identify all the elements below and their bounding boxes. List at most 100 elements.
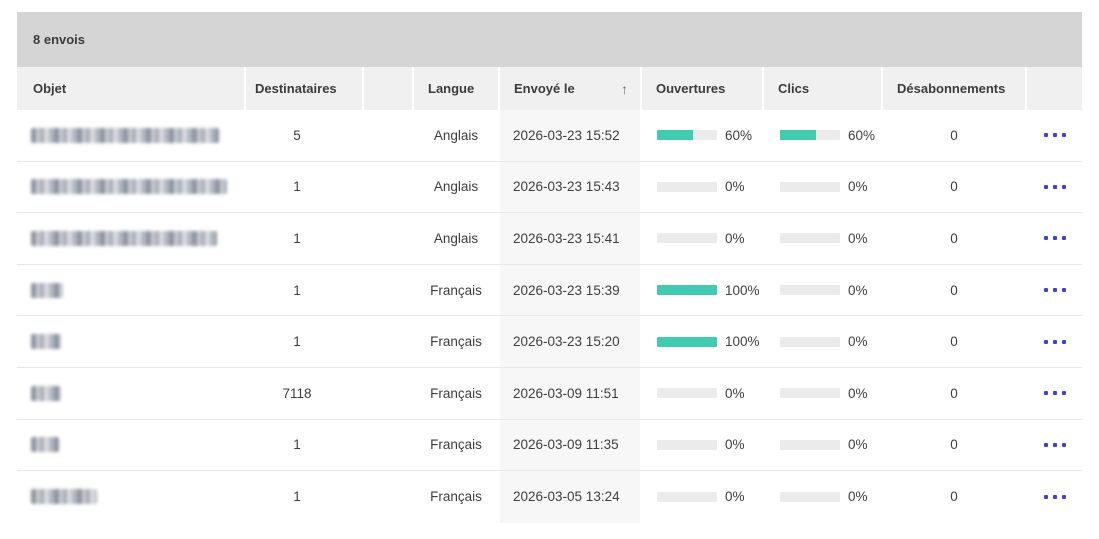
email-subject-redacted[interactable] bbox=[31, 283, 63, 298]
cell-langue: Français bbox=[414, 420, 498, 471]
row-actions-menu-button[interactable] bbox=[1040, 387, 1070, 399]
cell-envoye-le: 2026-03-23 15:52 bbox=[500, 110, 640, 161]
table-header-row: Objet Destinataires Langue Envoyé le ↑ O… bbox=[17, 67, 1082, 110]
clics-progress-track bbox=[780, 492, 840, 502]
ellipsis-dot-icon bbox=[1044, 495, 1048, 499]
ouvertures-percent-label: 100% bbox=[725, 334, 760, 349]
cell-desabonnements: 0 bbox=[883, 420, 1025, 471]
ellipsis-dot-icon bbox=[1044, 185, 1048, 189]
cell-envoye-le: 2026-03-05 13:24 bbox=[500, 471, 640, 523]
cell-clics: 0% bbox=[764, 368, 881, 419]
ellipsis-dot-icon bbox=[1062, 443, 1066, 447]
ellipsis-dot-icon bbox=[1062, 236, 1066, 240]
envois-panel: 8 envois Objet Destinataires Langue Envo… bbox=[17, 12, 1082, 523]
cell-clics: 0% bbox=[764, 471, 881, 523]
clics-progress-track bbox=[780, 182, 840, 192]
cell-destinataires: 1 bbox=[246, 471, 362, 523]
ellipsis-dot-icon bbox=[1053, 288, 1057, 292]
column-header-langue[interactable]: Langue bbox=[414, 67, 498, 110]
email-subject-redacted[interactable] bbox=[31, 437, 59, 452]
ouvertures-progress-fill bbox=[657, 337, 717, 347]
table-row: 1 Français 2026-03-23 15:20 100% 0% 0 bbox=[17, 316, 1082, 368]
cell-actions bbox=[1027, 162, 1082, 213]
panel-title-bar: 8 envois bbox=[17, 12, 1082, 67]
ellipsis-dot-icon bbox=[1062, 133, 1066, 137]
clics-percent-label: 0% bbox=[848, 283, 868, 298]
cell-ouvertures: 100% bbox=[642, 316, 762, 367]
cell-clics: 0% bbox=[764, 213, 881, 264]
cell-objet bbox=[17, 162, 244, 213]
column-header-clics[interactable]: Clics bbox=[764, 67, 881, 110]
clics-progress-track bbox=[780, 440, 840, 450]
cell-clics: 0% bbox=[764, 162, 881, 213]
cell-actions bbox=[1027, 420, 1082, 471]
cell-desabonnements: 0 bbox=[883, 213, 1025, 264]
cell-clics: 60% bbox=[764, 110, 881, 161]
cell-envoye-le: 2026-03-23 15:39 bbox=[500, 265, 640, 316]
row-actions-menu-button[interactable] bbox=[1040, 439, 1070, 451]
column-header-objet[interactable]: Objet bbox=[17, 67, 244, 110]
cell-desabonnements: 0 bbox=[883, 162, 1025, 213]
clics-percent-label: 0% bbox=[848, 231, 868, 246]
column-header-destinataires[interactable]: Destinataires bbox=[246, 67, 362, 110]
cell-desabonnements: 0 bbox=[883, 265, 1025, 316]
cell-envoye-le: 2026-03-09 11:35 bbox=[500, 420, 640, 471]
table-row: 1 Anglais 2026-03-23 15:41 0% 0% 0 bbox=[17, 213, 1082, 265]
cell-actions bbox=[1027, 213, 1082, 264]
cell-destinataires: 1 bbox=[246, 420, 362, 471]
cell-ouvertures: 0% bbox=[642, 420, 762, 471]
row-actions-menu-button[interactable] bbox=[1040, 129, 1070, 141]
cell-destinataires: 1 bbox=[246, 316, 362, 367]
email-subject-redacted[interactable] bbox=[31, 334, 61, 349]
column-header-ouvertures[interactable]: Ouvertures bbox=[642, 67, 762, 110]
cell-envoye-le: 2026-03-23 15:41 bbox=[500, 213, 640, 264]
ellipsis-dot-icon bbox=[1053, 443, 1057, 447]
ouvertures-progress-fill bbox=[657, 285, 717, 295]
table-row: 1 Anglais 2026-03-23 15:43 0% 0% 0 bbox=[17, 162, 1082, 214]
email-subject-redacted[interactable] bbox=[31, 179, 227, 194]
row-actions-menu-button[interactable] bbox=[1040, 232, 1070, 244]
clics-progress-track bbox=[780, 337, 840, 347]
cell-ouvertures: 0% bbox=[642, 213, 762, 264]
cell-destinataires: 1 bbox=[246, 162, 362, 213]
clics-progress-track bbox=[780, 388, 840, 398]
cell-objet bbox=[17, 110, 244, 161]
row-actions-menu-button[interactable] bbox=[1040, 491, 1070, 503]
cell-langue: Français bbox=[414, 471, 498, 523]
row-actions-menu-button[interactable] bbox=[1040, 284, 1070, 296]
ouvertures-progress-track bbox=[657, 337, 717, 347]
email-subject-redacted[interactable] bbox=[31, 386, 61, 401]
table-body: 5 Anglais 2026-03-23 15:52 60% 60% 0 bbox=[17, 110, 1082, 523]
cell-destinataires: 1 bbox=[246, 213, 362, 264]
ellipsis-dot-icon bbox=[1053, 185, 1057, 189]
email-subject-redacted[interactable] bbox=[31, 489, 97, 504]
ellipsis-dot-icon bbox=[1053, 133, 1057, 137]
ouvertures-progress-track bbox=[657, 130, 717, 140]
cell-spacer bbox=[364, 316, 412, 367]
cell-desabonnements: 0 bbox=[883, 471, 1025, 523]
row-actions-menu-button[interactable] bbox=[1040, 336, 1070, 348]
column-header-envoye-le-label: Envoyé le bbox=[514, 81, 575, 96]
column-header-envoye-le[interactable]: Envoyé le ↑ bbox=[500, 67, 640, 110]
clics-percent-label: 0% bbox=[848, 334, 868, 349]
cell-ouvertures: 0% bbox=[642, 162, 762, 213]
cell-clics: 0% bbox=[764, 420, 881, 471]
column-header-actions bbox=[1027, 67, 1082, 110]
ouvertures-percent-label: 0% bbox=[725, 437, 745, 452]
ellipsis-dot-icon bbox=[1053, 495, 1057, 499]
column-header-desabonnements[interactable]: Désabonnements bbox=[883, 67, 1025, 110]
cell-langue: Anglais bbox=[414, 213, 498, 264]
envois-count-label: 8 envois bbox=[33, 32, 85, 47]
ouvertures-percent-label: 100% bbox=[725, 283, 760, 298]
cell-spacer bbox=[364, 213, 412, 264]
clics-progress-track bbox=[780, 233, 840, 243]
ellipsis-dot-icon bbox=[1044, 236, 1048, 240]
email-subject-redacted[interactable] bbox=[31, 231, 217, 246]
ouvertures-percent-label: 60% bbox=[725, 128, 752, 143]
cell-actions bbox=[1027, 316, 1082, 367]
clics-percent-label: 0% bbox=[848, 179, 868, 194]
email-subject-redacted[interactable] bbox=[31, 128, 219, 143]
row-actions-menu-button[interactable] bbox=[1040, 181, 1070, 193]
ellipsis-dot-icon bbox=[1053, 236, 1057, 240]
column-header-spacer bbox=[364, 67, 412, 110]
